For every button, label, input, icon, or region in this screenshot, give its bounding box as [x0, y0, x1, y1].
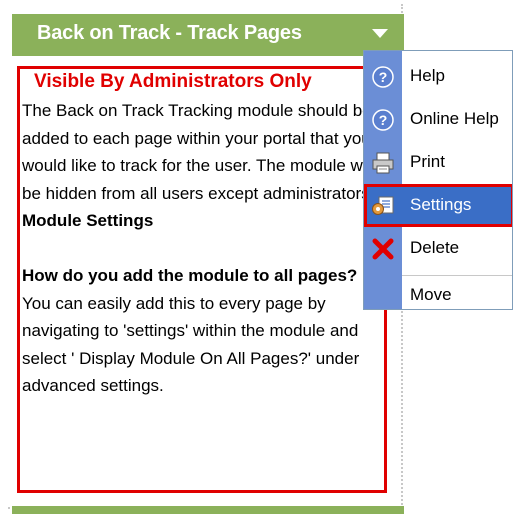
module-content: Visible By Administrators Only The Back … [17, 66, 387, 493]
settings-icon [372, 196, 394, 215]
menu-item-help[interactable]: ? Help [364, 55, 512, 98]
print-icon [372, 152, 394, 174]
menu-separator [402, 275, 512, 276]
intro-paragraph: The Back on Track Tracking module should… [22, 101, 375, 203]
menu-item-move[interactable]: Move [364, 277, 512, 309]
online-help-icon: ? [372, 109, 394, 131]
admin-visibility-notice: Visible By Administrators Only [34, 71, 312, 92]
faq-paragraph: How do you add the module to all pages? … [22, 262, 384, 400]
delete-icon [372, 238, 394, 260]
menu-item-online-help-label: Online Help [410, 109, 499, 128]
module-footer-bar [12, 506, 404, 514]
faq-answer: You can easily add this to every page by… [22, 293, 360, 396]
menu-item-print[interactable]: Print [364, 141, 512, 184]
menu-item-settings-label: Settings [410, 195, 472, 214]
menu-item-move-label: Move [410, 285, 452, 304]
settings-heading: Module Settings [22, 211, 154, 230]
menu-item-help-label: Help [410, 66, 445, 85]
menu-item-settings[interactable]: Settings [364, 184, 512, 227]
svg-text:?: ? [379, 112, 388, 128]
help-icon: ? [372, 66, 394, 88]
svg-text:?: ? [379, 69, 388, 85]
module-description: The Back on Track Tracking module should… [22, 97, 384, 400]
menu-item-print-label: Print [410, 152, 445, 171]
menu-item-delete[interactable]: Delete [364, 227, 512, 270]
module-title: Back on Track - Track Pages [37, 22, 302, 44]
module-actions-dropdown-icon[interactable] [372, 29, 388, 38]
faq-question: How do you add the module to all pages? [22, 266, 358, 285]
menu-item-online-help[interactable]: ? Online Help [364, 98, 512, 141]
menu-item-delete-label: Delete [410, 238, 460, 257]
module-action-menu: ? Help ? Online Help Print Settings Dele… [363, 50, 513, 310]
